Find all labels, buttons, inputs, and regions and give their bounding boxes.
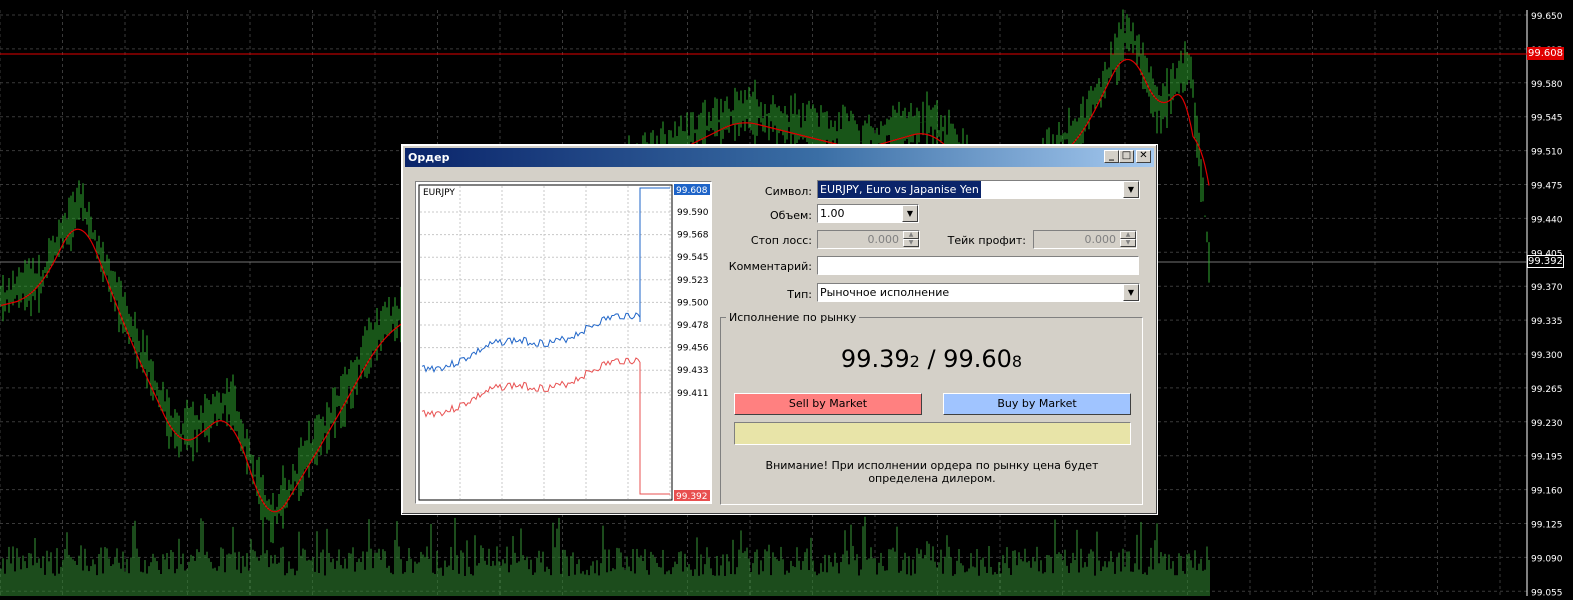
quote-display: 99.392 / 99.608 <box>720 345 1143 373</box>
chevron-down-icon[interactable]: ▼ <box>902 205 918 222</box>
axis-price-label: 99.440 <box>1531 215 1563 225</box>
spin-up-icon[interactable]: ▲ <box>1120 231 1136 239</box>
mini-symbol-label: EURJPY <box>423 188 455 198</box>
type-label: Тип: <box>787 288 812 301</box>
axis-price-label: 99.370 <box>1531 283 1563 293</box>
ask-price-pip: 8 <box>1011 352 1023 371</box>
plot-area <box>418 184 673 501</box>
axis-price-label: 99.160 <box>1531 487 1563 497</box>
axis-price-label: 99.475 <box>1531 182 1563 192</box>
minimize-button[interactable]: _ <box>1104 150 1119 163</box>
spin-down-icon[interactable]: ▼ <box>903 239 919 247</box>
chevron-down-icon[interactable]: ▼ <box>1123 181 1139 198</box>
market-execution-title: Исполнение по рынку <box>726 311 860 324</box>
stop-loss-field[interactable]: 0.000 ▲ ▼ <box>817 230 920 249</box>
status-bar <box>734 422 1131 445</box>
volume-select[interactable]: 1.00 ▼ <box>817 204 919 223</box>
mini-ask-label: 99.608 <box>676 186 708 196</box>
sell-by-market-button[interactable]: Sell by Market <box>734 393 922 415</box>
mini-price-label: 99.568 <box>677 231 709 241</box>
axis-price-label: 99.545 <box>1531 114 1563 124</box>
mini-price-label: 99.456 <box>677 344 709 354</box>
mini-price-label: 99.545 <box>677 253 709 263</box>
axis-price-label: 99.125 <box>1531 521 1563 531</box>
maximize-button[interactable]: □ <box>1119 150 1134 163</box>
axis-price-label: 99.265 <box>1531 385 1563 395</box>
mini-price-label: 99.590 <box>677 208 709 218</box>
tick-chart: EURJPY 99.590 99.568 99.545 99.523 99.500 99.4… <box>415 181 712 504</box>
axis-price-label: 99.650 <box>1531 12 1563 22</box>
spin-down-icon[interactable]: ▼ <box>1120 239 1136 247</box>
axis-price-label: 99.580 <box>1531 80 1563 90</box>
axis-price-label: 99.195 <box>1531 453 1563 463</box>
mini-price-label: 99.411 <box>677 389 709 399</box>
symbol-label: Символ: <box>764 185 812 198</box>
comment-input[interactable] <box>817 256 1139 275</box>
ask-price-tag: 99.608 <box>1527 47 1564 60</box>
mini-price-label: 99.478 <box>677 321 709 331</box>
close-button[interactable]: ✕ <box>1136 150 1151 163</box>
axis-price-label: 99.300 <box>1531 351 1563 361</box>
mini-price-label: 99.433 <box>677 366 709 376</box>
mini-bid-label: 99.392 <box>676 492 708 502</box>
comment-label: Комментарий: <box>728 260 812 273</box>
buy-by-market-button[interactable]: Buy by Market <box>943 393 1131 415</box>
stop-loss-label: Стоп лосс: <box>750 234 812 247</box>
take-profit-field[interactable]: 0.000 ▲ ▼ <box>1033 230 1137 249</box>
order-dialog: Ордер _ □ ✕ EURJPY 99.590 99.568 99.545 99.5… <box>401 144 1158 515</box>
bid-price-pip: 2 <box>909 352 920 371</box>
bid-price-tag: 99.392 <box>1527 255 1564 268</box>
axis-price-label: 99.335 <box>1531 317 1563 327</box>
symbol-select[interactable]: EURJPY, Euro vs Japanise Yen ▼ <box>817 180 1140 199</box>
dialog-titlebar[interactable]: Ордер _ □ ✕ <box>405 148 1154 167</box>
ask-price: 99.60 <box>943 345 1012 373</box>
execution-warning: Внимание! При исполнении ордера по рынку… <box>765 459 1099 485</box>
axis-price-label: 99.230 <box>1531 419 1563 429</box>
bid-price: 99.39 <box>840 345 910 373</box>
spin-up-icon[interactable]: ▲ <box>903 231 919 239</box>
mini-price-label: 99.500 <box>677 298 709 308</box>
axis-price-label: 99.055 <box>1531 588 1563 598</box>
axis-price-label: 99.510 <box>1531 148 1563 158</box>
dialog-title: Ордер <box>408 151 450 164</box>
mini-price-label: 99.523 <box>677 276 709 286</box>
chevron-down-icon[interactable]: ▼ <box>1123 284 1139 301</box>
take-profit-label: Тейк профит: <box>947 234 1026 247</box>
order-type-select[interactable]: Рыночное исполнение ▼ <box>817 283 1140 302</box>
quote-separator: / <box>919 345 944 373</box>
volume-label: Объем: <box>770 209 812 222</box>
axis-price-label: 99.090 <box>1531 554 1563 564</box>
